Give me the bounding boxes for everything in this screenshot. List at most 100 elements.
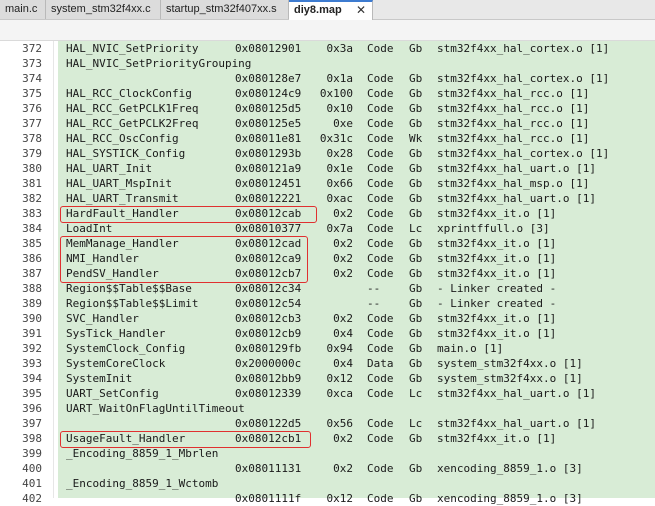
map-name: HAL_UART_Transmit xyxy=(66,192,179,205)
map-obj: stm32f4xx_hal_rcc.o [1] xyxy=(437,87,590,100)
map-attr: Gb xyxy=(409,342,423,355)
map-line[interactable]: 384 LoadInt 0x08010377 0x7a Code Lc xprintfful… xyxy=(0,221,655,236)
map-attr: Gb xyxy=(409,147,423,160)
tab-diy8-map[interactable]: diy8.map ✕ xyxy=(289,0,373,20)
map-name: SystemCoreClock xyxy=(66,357,166,370)
map-line[interactable]: 388 Region$$Table$$Base 0x08012c34 -- Gb - Li… xyxy=(0,281,655,296)
map-type: Code xyxy=(367,252,394,265)
map-line[interactable]: 387 PendSV_Handler 0x08012cb7 0x2 Code Gb stm3… xyxy=(0,266,655,281)
map-line[interactable]: 377 HAL_RCC_GetPCLK2Freq 0x080125e5 0xe Code… xyxy=(0,116,655,131)
line-number: 381 xyxy=(22,177,42,190)
map-obj: stm32f4xx_it.o [1] xyxy=(437,327,557,340)
map-line[interactable]: 402 0x0801111f 0x12 Code Gb xencoding_8859_1.… xyxy=(0,491,655,506)
map-type: Code xyxy=(367,72,394,85)
map-obj: stm32f4xx_hal_msp.o [1] xyxy=(437,177,590,190)
tab-startup-stm32f407xx-s[interactable]: startup_stm32f407xx.s xyxy=(161,0,289,19)
map-line[interactable]: 401 _Encoding_8859_1_Wctomb xyxy=(0,476,655,491)
map-addr: 0x08012cb3 xyxy=(235,312,302,325)
map-line[interactable]: 382 HAL_UART_Transmit 0x08012221 0xac Code Gb… xyxy=(0,191,655,206)
map-attr: Gb xyxy=(409,312,423,325)
map-line[interactable]: 375 HAL_RCC_ClockConfig 0x080124c9 0x100 Cod… xyxy=(0,86,655,101)
map-type: Code xyxy=(367,102,394,115)
map-line[interactable]: 390 SVC_Handler 0x08012cb3 0x2 Code Gb stm32f4… xyxy=(0,311,655,326)
map-addr: 0x08012451 xyxy=(235,177,302,190)
map-line[interactable]: 379 HAL_SYSTICK_Config 0x0801293b 0x28 Code G… xyxy=(0,146,655,161)
map-size: 0x2 xyxy=(333,207,353,220)
map-line[interactable]: 397 0x080122d5 0x56 Code Lc stm32f4xx_hal_uar… xyxy=(0,416,655,431)
map-line[interactable]: 394 SystemInit 0x08012bb9 0x12 Code Gb system_… xyxy=(0,371,655,386)
map-name: PendSV_Handler xyxy=(66,267,159,280)
map-attr: Gb xyxy=(409,327,423,340)
map-type: Code xyxy=(367,312,394,325)
map-name: UART_WaitOnFlagUntilTimeout xyxy=(66,402,245,415)
map-addr: 0x08012cb9 xyxy=(235,327,302,340)
map-line[interactable]: 392 SystemClock_Config 0x080129fb 0x94 Code G… xyxy=(0,341,655,356)
map-type: Code xyxy=(367,162,394,175)
map-line[interactable]: 391 SysTick_Handler 0x08012cb9 0x4 Code Gb stm… xyxy=(0,326,655,341)
line-number: 373 xyxy=(22,57,42,70)
map-line[interactable]: 396 UART_WaitOnFlagUntilTimeout xyxy=(0,401,655,416)
map-line[interactable]: 399 _Encoding_8859_1_Mbrlen xyxy=(0,446,655,461)
map-line[interactable]: 374 0x080128e7 0x1a Code Gb stm32f4xx_hal_cor… xyxy=(0,71,655,86)
map-line[interactable]: 386 NMI_Handler 0x08012ca9 0x2 Code Gb stm32f4… xyxy=(0,251,655,266)
tab-label: main.c xyxy=(5,3,38,15)
map-size: 0x3a xyxy=(326,42,354,55)
map-name: SystemClock_Config xyxy=(66,342,186,355)
map-name: SysTick_Handler xyxy=(66,327,166,340)
map-addr: 0x08012c54 xyxy=(235,297,302,310)
line-number: 393 xyxy=(22,357,42,370)
map-name: HAL_RCC_GetPCLK2Freq xyxy=(66,117,199,130)
map-addr: 0x080124c9 xyxy=(235,87,302,100)
map-attr: Gb xyxy=(409,357,423,370)
map-obj: stm32f4xx_hal_cortex.o [1] xyxy=(437,72,610,85)
map-name: HAL_SYSTICK_Config xyxy=(66,147,186,160)
map-obj: stm32f4xx_hal_uart.o [1] xyxy=(437,387,596,400)
close-icon[interactable]: ✕ xyxy=(356,2,366,18)
map-line[interactable]: 400 0x08011131 0x2 Code Gb xencoding_8859_1.o… xyxy=(0,461,655,476)
map-type: Code xyxy=(367,117,394,130)
line-number: 390 xyxy=(22,312,42,325)
line-number: 395 xyxy=(22,387,42,400)
map-line[interactable]: 376 HAL_RCC_GetPCLK1Freq 0x080125d5 0x10 Cod… xyxy=(0,101,655,116)
map-line[interactable]: 383 HardFault_Handler 0x08012cab 0x2 Code Gb s… xyxy=(0,206,655,221)
line-number: 400 xyxy=(22,462,42,475)
map-obj: stm32f4xx_hal_rcc.o [1] xyxy=(437,102,590,115)
map-addr: 0x080125e5 xyxy=(235,117,302,130)
map-line[interactable]: 372 HAL_NVIC_SetPriority 0x08012901 0x3a Cod… xyxy=(0,41,655,56)
line-number: 374 xyxy=(22,72,42,85)
map-obj: stm32f4xx_it.o [1] xyxy=(437,267,557,280)
editor-toolbar-strip xyxy=(0,20,655,41)
tab-system-stm32f4xx-c[interactable]: system_stm32f4xx.c xyxy=(46,0,161,19)
map-type: Code xyxy=(367,417,394,430)
map-attr: Gb xyxy=(409,372,423,385)
map-type: Code xyxy=(367,372,394,385)
tab-main-c[interactable]: main.c xyxy=(0,0,46,19)
map-name: HAL_UART_Init xyxy=(66,162,153,175)
map-attr: Gb xyxy=(409,432,423,445)
map-name: LoadInt xyxy=(66,222,113,235)
line-number: 402 xyxy=(22,492,42,505)
map-name: Region$$Table$$Base xyxy=(66,282,192,295)
map-obj: system_stm32f4xx.o [1] xyxy=(437,357,583,370)
map-addr: 0x08010377 xyxy=(235,222,302,235)
map-line[interactable]: 380 HAL_UART_Init 0x080121a9 0x1e Code Gb stm3… xyxy=(0,161,655,176)
map-line[interactable]: 389 Region$$Table$$Limit 0x08012c54 -- Gb - L… xyxy=(0,296,655,311)
map-size: 0x2 xyxy=(333,267,353,280)
map-attr: Gb xyxy=(409,282,423,295)
map-attr: Gb xyxy=(409,252,423,265)
map-file-editor[interactable]: 372 HAL_NVIC_SetPriority 0x08012901 0x3a Cod… xyxy=(0,41,655,505)
map-line[interactable]: 398 UsageFault_Handler 0x08012cb1 0x2 Code Gb… xyxy=(0,431,655,446)
map-line[interactable]: 378 HAL_RCC_OscConfig 0x08011e81 0x31c Code W… xyxy=(0,131,655,146)
map-type: Code xyxy=(367,177,394,190)
map-name: HAL_RCC_OscConfig xyxy=(66,132,179,145)
map-line[interactable]: 395 UART_SetConfig 0x08012339 0xca Code Lc stm… xyxy=(0,386,655,401)
line-number: 378 xyxy=(22,132,42,145)
map-addr: 0x08012cad xyxy=(235,237,302,250)
map-line[interactable]: 385 MemManage_Handler 0x08012cad 0x2 Code Gb s… xyxy=(0,236,655,251)
map-line[interactable]: 373 HAL_NVIC_SetPriorityGrouping xyxy=(0,56,655,71)
map-line[interactable]: 381 HAL_UART_MspInit 0x08012451 0x66 Code Gb s… xyxy=(0,176,655,191)
line-number: 383 xyxy=(22,207,42,220)
map-type: Code xyxy=(367,387,394,400)
map-addr: 0x08012339 xyxy=(235,387,302,400)
map-line[interactable]: 393 SystemCoreClock 0x2000000c 0x4 Data Gb sys… xyxy=(0,356,655,371)
